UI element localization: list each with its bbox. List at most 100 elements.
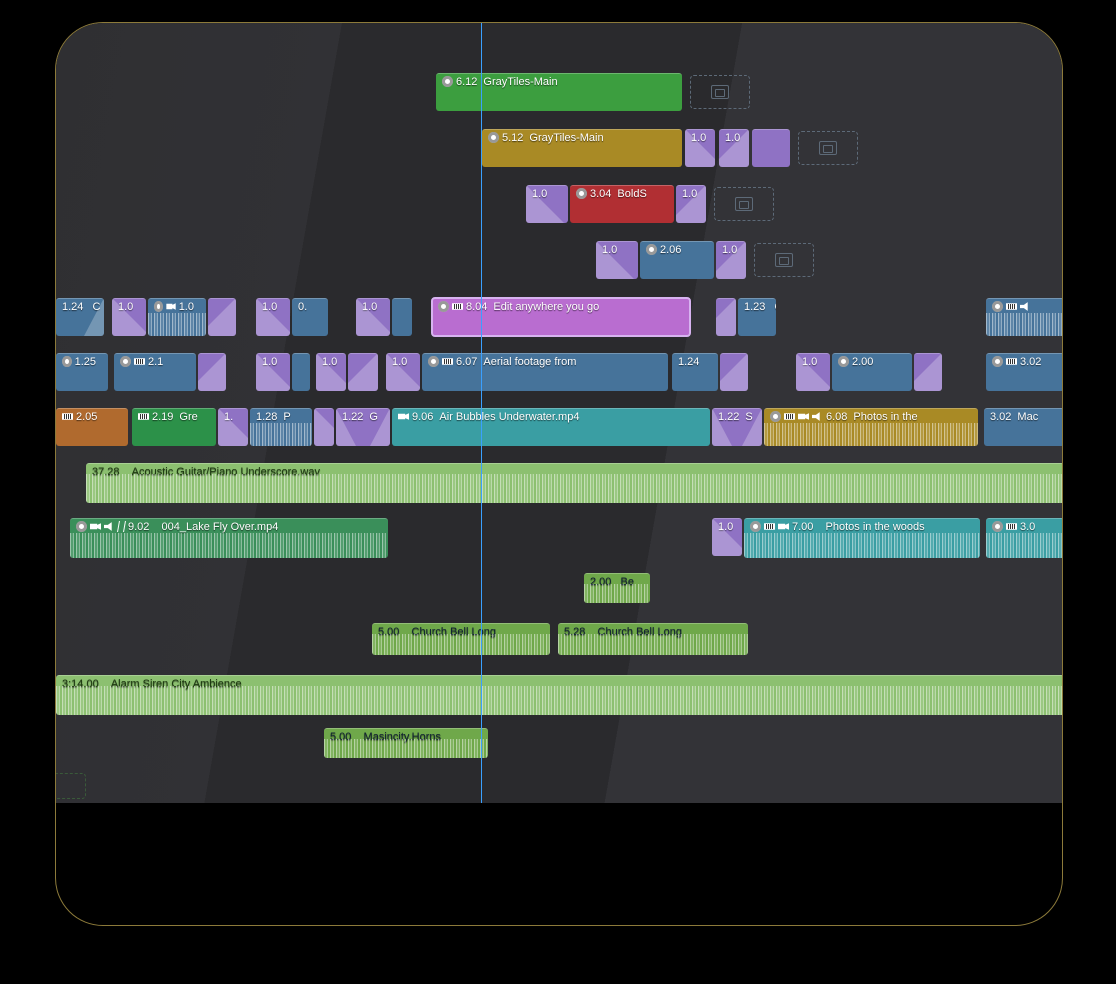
disc-icon <box>442 76 453 87</box>
disc-icon <box>438 301 449 312</box>
disc-icon <box>62 356 72 367</box>
reel-icon <box>1006 521 1017 532</box>
disc-icon <box>576 188 587 199</box>
clip[interactable]: 2.19Gre <box>132 408 216 446</box>
empty-clip-slot[interactable] <box>754 243 814 277</box>
transition[interactable]: 1.0 <box>526 185 568 223</box>
reel-icon <box>784 411 795 422</box>
clip-aerial-footage[interactable]: 6.07Aerial footage from <box>422 353 668 391</box>
timeline-canvas[interactable]: 6.12GrayTiles-Main 5.12GrayTiles-Main 1.… <box>56 23 1062 803</box>
disc-icon <box>154 301 163 312</box>
clip-placeholder-icon <box>735 197 753 211</box>
transition[interactable]: 1.0 <box>256 298 290 336</box>
clip[interactable] <box>292 353 310 391</box>
speaker-icon <box>812 411 823 422</box>
clip-church-bell-1[interactable]: 5.00 Church Bell Long <box>372 623 550 655</box>
speaker-icon <box>104 521 115 532</box>
reel-icon <box>62 411 73 422</box>
clip[interactable]: 1.22G <box>336 408 390 446</box>
clip-masincity-horns[interactable]: 5.00 Masincity.Horns <box>324 728 488 758</box>
transition[interactable] <box>314 408 334 446</box>
clip-placeholder-icon <box>775 253 793 267</box>
transition[interactable] <box>720 353 748 391</box>
transition[interactable]: 1. <box>218 408 248 446</box>
transition[interactable] <box>208 298 236 336</box>
disc-icon <box>488 132 499 143</box>
clip-small[interactable] <box>752 129 790 167</box>
transition[interactable]: 1.0 <box>112 298 146 336</box>
clip-church-bell-2[interactable]: 5.28 Church Bell Long <box>558 623 748 655</box>
clip[interactable]: 1.22S <box>712 408 762 446</box>
clip-placeholder-icon <box>819 141 837 155</box>
camera-icon <box>398 411 409 422</box>
clip[interactable]: 2.05 <box>56 408 128 446</box>
transition[interactable]: 1.0 <box>316 353 346 391</box>
disc-icon <box>992 301 1003 312</box>
camera-icon <box>90 521 101 532</box>
clip[interactable]: 1.24 C <box>56 298 104 336</box>
clip[interactable]: 3.02Mac <box>984 408 1063 446</box>
clip[interactable] <box>392 298 412 336</box>
clip[interactable]: 1.23 C <box>738 298 776 336</box>
clip[interactable]: 0. <box>292 298 328 336</box>
reel-icon <box>764 521 775 532</box>
disc-icon <box>120 356 131 367</box>
clip-edit-anywhere[interactable]: 8.04Edit anywhere you go <box>432 298 690 336</box>
empty-clip-slot[interactable] <box>690 75 750 109</box>
clip-bell-short[interactable]: 2.00 Be <box>584 573 650 603</box>
reel-icon <box>452 301 463 312</box>
clip[interactable] <box>986 298 1063 336</box>
transition[interactable] <box>914 353 942 391</box>
transition[interactable]: 1.0 <box>386 353 420 391</box>
reel-icon <box>1006 301 1017 312</box>
clip[interactable]: 3.02 <box>986 353 1063 391</box>
transition[interactable]: 1.0 <box>716 241 746 279</box>
clip[interactable]: 1.24 <box>672 353 718 391</box>
disc-icon <box>750 521 761 532</box>
transition[interactable]: 1.0 <box>676 185 706 223</box>
camera-icon <box>778 521 789 532</box>
transition[interactable]: 1.0 <box>356 298 390 336</box>
empty-clip-slot[interactable] <box>798 131 858 165</box>
transition[interactable]: 1.0 <box>596 241 638 279</box>
transition[interactable] <box>198 353 226 391</box>
empty-clip-slot[interactable] <box>55 773 86 799</box>
clip[interactable]: 1.28P <box>250 408 312 446</box>
clip-bold[interactable]: 3.04BoldS <box>570 185 674 223</box>
clip[interactable]: 2.1 <box>114 353 196 391</box>
empty-clip-slot[interactable] <box>714 187 774 221</box>
transition[interactable]: 1.0 <box>796 353 830 391</box>
disc-icon <box>992 521 1003 532</box>
transition[interactable]: 1.0 <box>719 129 749 167</box>
clip-photos-woods-2[interactable]: 7.00 Photos in the woods <box>744 518 980 558</box>
timeline-panel: 6.12GrayTiles-Main 5.12GrayTiles-Main 1.… <box>55 22 1063 926</box>
clip-small[interactable]: 2.06 <box>640 241 714 279</box>
clip[interactable]: 2.00 <box>832 353 912 391</box>
clip[interactable]: 1.25 <box>56 353 108 391</box>
disc-icon <box>992 356 1003 367</box>
transition[interactable]: 1.0 <box>256 353 290 391</box>
clip[interactable]: 3.0 <box>986 518 1063 558</box>
disc-icon <box>646 244 657 255</box>
camera-icon <box>166 301 175 312</box>
disc-icon <box>76 521 87 532</box>
clip-lake-fly-over[interactable]: 9.02 004_Lake Fly Over.mp4 <box>70 518 388 558</box>
fx-icon <box>117 521 126 532</box>
speaker-icon <box>1020 301 1031 312</box>
clip-alarm-siren[interactable]: 3:14.00 Alarm Siren City Ambience <box>56 675 1063 715</box>
transition[interactable]: 1.0 <box>712 518 742 556</box>
camera-icon <box>798 411 809 422</box>
clip-acoustic-guitar[interactable]: 37.28 Acoustic Guitar/Piano Underscore.w… <box>86 463 1063 503</box>
transition[interactable] <box>716 298 736 336</box>
reel-icon <box>134 356 145 367</box>
transition[interactable]: 1.0 <box>685 129 715 167</box>
clip-photos-woods-1[interactable]: 6.08Photos in the <box>764 408 978 446</box>
clip-graytiles-main-2[interactable]: 5.12GrayTiles-Main <box>482 129 682 167</box>
clip-air-bubbles[interactable]: 9.06Air Bubbles Underwater.mp4 <box>392 408 710 446</box>
clip-graytiles-main-1[interactable]: 6.12GrayTiles-Main <box>436 73 682 111</box>
clip-placeholder-icon <box>711 85 729 99</box>
reel-icon <box>138 411 149 422</box>
clip[interactable]: 1.0 <box>148 298 206 336</box>
disc-icon <box>770 411 781 422</box>
transition[interactable] <box>348 353 378 391</box>
